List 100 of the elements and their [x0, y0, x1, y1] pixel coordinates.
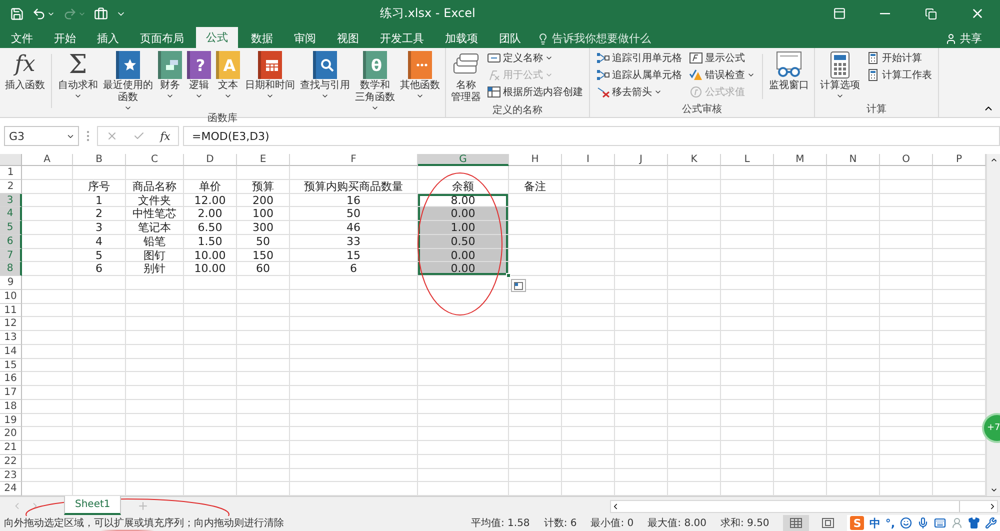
- scroll-left-icon[interactable]: [611, 502, 620, 510]
- row-header[interactable]: 10: [0, 290, 22, 304]
- ribbon-button[interactable]: 最近使用的 函数: [101, 50, 155, 112]
- row-header[interactable]: 14: [0, 344, 22, 358]
- ribbon-button[interactable]: A 文本: [214, 50, 242, 112]
- column-header[interactable]: J: [615, 154, 668, 166]
- row-header[interactable]: 21: [0, 441, 22, 455]
- name-box[interactable]: G3: [4, 126, 79, 146]
- row-header[interactable]: 6: [0, 234, 22, 248]
- row-header[interactable]: 13: [0, 331, 22, 345]
- ribbon-button[interactable]: 计算选项: [818, 50, 862, 103]
- column-header[interactable]: D: [184, 154, 237, 166]
- undo-button[interactable]: [32, 6, 55, 20]
- ribbon-tab[interactable]: 加载项: [436, 29, 487, 48]
- ribbon-tab[interactable]: 插入: [88, 29, 128, 48]
- ribbon-button[interactable]: 追踪从属单元格: [595, 67, 683, 83]
- normal-view-button[interactable]: [783, 515, 810, 531]
- row-header[interactable]: 7: [0, 248, 22, 262]
- ribbon-button[interactable]: 追踪引用单元格: [595, 50, 683, 66]
- share-button[interactable]: 共享: [939, 29, 988, 48]
- table-cell: [73, 358, 126, 372]
- insert-function-button[interactable]: fx: [160, 130, 170, 142]
- row-header[interactable]: 23: [0, 468, 22, 482]
- column-header[interactable]: B: [73, 154, 126, 166]
- column-header[interactable]: I: [562, 154, 615, 166]
- ime-button[interactable]: 中: [869, 516, 880, 530]
- microphone-icon[interactable]: [917, 517, 929, 529]
- toolbox-button[interactable]: [94, 6, 108, 20]
- column-header[interactable]: G: [418, 154, 509, 166]
- column-header[interactable]: F: [290, 154, 418, 166]
- column-header[interactable]: A: [22, 154, 73, 166]
- scroll-up-icon[interactable]: [990, 156, 998, 164]
- ribbon-button[interactable]: fx 插入函数: [3, 50, 47, 112]
- ribbon-button[interactable]: ? 逻辑: [185, 50, 213, 112]
- row-header[interactable]: 3: [0, 194, 22, 208]
- ribbon-button[interactable]: 名称 管理器: [449, 50, 483, 104]
- row-header[interactable]: 1: [0, 166, 22, 180]
- scroll-right-icon[interactable]: [988, 502, 997, 510]
- ribbon-button[interactable]: 查找与引用: [298, 50, 352, 112]
- row-header[interactable]: 5: [0, 221, 22, 235]
- search-field[interactable]: 告诉我你想要做什么: [552, 31, 651, 46]
- keyboard-icon[interactable]: [934, 517, 946, 529]
- row-header[interactable]: 4: [0, 207, 22, 221]
- ribbon-button[interactable]: 错误检查: [688, 67, 756, 83]
- fill-handle[interactable]: [506, 273, 511, 278]
- ribbon-tab[interactable]: 团队: [490, 29, 530, 48]
- formula-field[interactable]: =MOD(E3,D3): [183, 126, 1000, 146]
- quick-analysis-button[interactable]: [511, 279, 526, 292]
- row-header[interactable]: 20: [0, 427, 22, 441]
- vertical-scrollbar[interactable]: [986, 154, 1000, 496]
- ribbon-button[interactable]: 计算工作表: [865, 67, 933, 83]
- scroll-down-icon[interactable]: [990, 486, 998, 494]
- ribbon-button[interactable]: Σ 自动求和: [56, 50, 100, 112]
- ribbon-button[interactable]: 显示公式: [688, 50, 756, 66]
- row-header[interactable]: 18: [0, 400, 22, 414]
- ribbon-tab[interactable]: 开发工具: [371, 29, 433, 48]
- column-header[interactable]: L: [721, 154, 774, 166]
- row-header[interactable]: 2: [0, 180, 22, 194]
- ribbon-tab[interactable]: 开始: [45, 29, 85, 48]
- column-header[interactable]: H: [509, 154, 562, 166]
- row-header[interactable]: 22: [0, 454, 22, 468]
- ribbon-button[interactable]: 日期和时间: [243, 50, 297, 112]
- row-header[interactable]: 11: [0, 304, 22, 318]
- column-header[interactable]: M: [774, 154, 827, 166]
- column-header[interactable]: O: [880, 154, 933, 166]
- row-header[interactable]: 19: [0, 414, 22, 428]
- row-header[interactable]: 24: [0, 482, 22, 496]
- row-header[interactable]: 12: [0, 317, 22, 331]
- table-cell: [509, 262, 562, 276]
- ribbon-button[interactable]: θ 数学和 三角函数: [353, 50, 397, 112]
- ribbon-button[interactable]: 监视窗口: [767, 50, 811, 103]
- ribbon-button[interactable]: 定义名称: [486, 50, 584, 66]
- row-header[interactable]: 17: [0, 386, 22, 400]
- column-header[interactable]: K: [668, 154, 721, 166]
- ribbon-button[interactable]: 开始计算: [865, 50, 933, 66]
- sheet-tab[interactable]: Sheet1: [64, 496, 122, 515]
- row-header[interactable]: 9: [0, 276, 22, 290]
- column-header[interactable]: N: [827, 154, 880, 166]
- ribbon-tab[interactable]: 数据: [242, 29, 282, 48]
- ribbon-tab[interactable]: 文件: [2, 29, 42, 48]
- ribbon-button[interactable]: 根据所选内容创建: [486, 84, 584, 100]
- ime-button[interactable]: °,: [885, 516, 895, 530]
- ribbon-tab[interactable]: 公式: [196, 27, 238, 48]
- row-header[interactable]: 15: [0, 358, 22, 372]
- smiley-icon[interactable]: [900, 517, 912, 529]
- row-header[interactable]: 8: [0, 262, 22, 276]
- column-header[interactable]: P: [933, 154, 986, 166]
- ribbon-tab[interactable]: 页面布局: [131, 29, 193, 48]
- ribbon-button[interactable]: 财务: [156, 50, 184, 112]
- wrench-icon[interactable]: [985, 517, 997, 529]
- horizontal-scrollbar[interactable]: [610, 500, 998, 512]
- ribbon-button[interactable]: 其他函数: [398, 50, 442, 112]
- ribbon-button[interactable]: 移去箭头: [595, 84, 683, 100]
- save-button[interactable]: [10, 6, 24, 20]
- ribbon-tab[interactable]: 审阅: [285, 29, 325, 48]
- column-header[interactable]: E: [237, 154, 290, 166]
- shirt-icon[interactable]: [968, 517, 980, 529]
- ribbon-tab[interactable]: 视图: [328, 29, 368, 48]
- column-header[interactable]: C: [126, 154, 184, 166]
- row-header[interactable]: 16: [0, 372, 22, 386]
